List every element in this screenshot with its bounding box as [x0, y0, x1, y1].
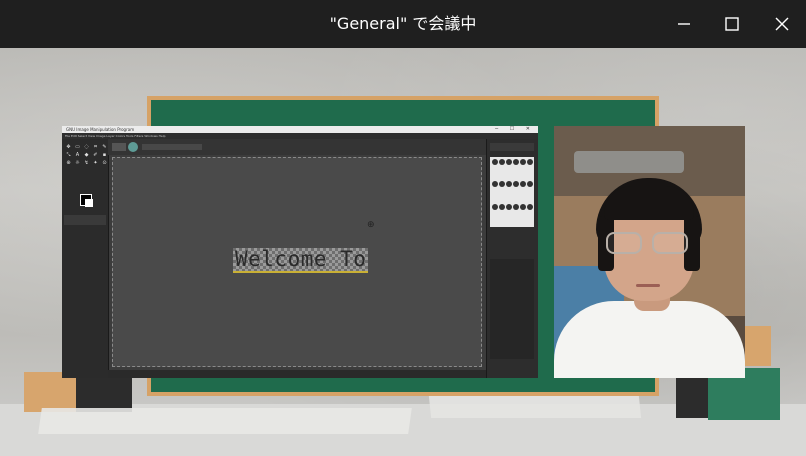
background-color-swatch[interactable]: [85, 199, 93, 207]
wooden-block-left: [24, 372, 76, 412]
person-mouth: [636, 284, 660, 287]
brushes-dock: [486, 139, 538, 378]
tool-options-bar: [108, 139, 486, 155]
select-tool-icon[interactable]: ▭: [74, 144, 81, 150]
lasso-tool-icon[interactable]: ◌: [83, 144, 90, 150]
smudge-tool-icon[interactable]: ☼: [74, 160, 81, 166]
minimize-icon: [678, 23, 690, 25]
brush-preset[interactable]: [527, 203, 533, 210]
fill-tool-icon[interactable]: ◆: [83, 152, 90, 158]
minimize-button[interactable]: [660, 0, 708, 48]
brush-preset[interactable]: [492, 203, 498, 210]
tool-options-panel: [64, 215, 106, 225]
close-button[interactable]: [758, 0, 806, 48]
dock-tabs[interactable]: [490, 143, 534, 151]
clone-tool-icon[interactable]: ⊕: [65, 160, 72, 166]
participant-video[interactable]: [554, 126, 745, 378]
brush-preset[interactable]: [492, 159, 498, 165]
close-icon: [775, 17, 789, 31]
text-tool-icon[interactable]: A: [74, 152, 81, 158]
app-window-controls[interactable]: ─ ☐ ✕: [495, 126, 535, 133]
brush-preset[interactable]: [513, 159, 519, 165]
brush-preset[interactable]: [499, 181, 505, 188]
brush-preset[interactable]: [506, 159, 512, 165]
cursor-icon: ⊕: [367, 220, 375, 230]
toolbox-panel: ✥ ▭ ◌ ⌗ ✎ ⤡ A ◆ ✐ ▪ ⊕ ☼ ↯ ✦ ⊙: [62, 139, 109, 378]
brush-preset[interactable]: [520, 181, 526, 188]
font-option[interactable]: [112, 143, 126, 151]
wooden-block-right: [745, 326, 771, 366]
move-tool-icon[interactable]: ✥: [65, 144, 72, 150]
brush-preset[interactable]: [506, 181, 512, 188]
tool-icons: ✥ ▭ ◌ ⌗ ✎ ⤡ A ◆ ✐ ▪ ⊕ ☼ ↯ ✦ ⊙: [65, 144, 107, 166]
zoom-tool-icon[interactable]: ⊙: [101, 160, 108, 166]
brush-preset[interactable]: [499, 203, 505, 210]
brush-preset[interactable]: [513, 181, 519, 188]
maximize-icon: [725, 17, 739, 31]
image-canvas[interactable]: Welcome To ⊕: [112, 157, 482, 367]
person-shirt: [554, 301, 745, 378]
brush-preset[interactable]: [506, 203, 512, 210]
size-option[interactable]: [142, 144, 202, 150]
transform-tool-icon[interactable]: ⤡: [65, 152, 72, 158]
person-fringe: [604, 186, 694, 220]
app-statusbar: [108, 370, 486, 378]
brush-preset[interactable]: [527, 181, 533, 188]
app-titlebar: GNU Image Manipulation Program ─ ☐ ✕: [62, 126, 538, 133]
layers-panel[interactable]: [490, 259, 534, 359]
eraser-tool-icon[interactable]: ▪: [101, 152, 108, 158]
video-duct: [574, 151, 684, 173]
brush-tool-icon[interactable]: ✐: [92, 152, 99, 158]
brush-preset[interactable]: [492, 181, 498, 188]
dark-block-right: [676, 378, 710, 418]
canvas-text-layer[interactable]: Welcome To: [233, 248, 369, 273]
style-option[interactable]: [128, 142, 138, 152]
crop-tool-icon[interactable]: ⌗: [92, 144, 99, 150]
paper-sheet-right: [428, 396, 642, 418]
shared-screen[interactable]: GNU Image Manipulation Program ─ ☐ ✕ Fil…: [62, 126, 538, 378]
app-title: GNU Image Manipulation Program: [66, 127, 135, 132]
brush-preset[interactable]: [499, 159, 505, 165]
title-bar: "General" で会議中: [0, 0, 806, 48]
path-tool-icon[interactable]: ↯: [83, 160, 90, 166]
brush-preset[interactable]: [513, 203, 519, 210]
brush-preset[interactable]: [527, 159, 533, 165]
pencil-tool-icon[interactable]: ✎: [101, 144, 108, 150]
together-mode-scene: GNU Image Manipulation Program ─ ☐ ✕ Fil…: [0, 48, 806, 456]
brush-preset[interactable]: [520, 159, 526, 165]
maximize-button[interactable]: [708, 0, 756, 48]
brush-presets[interactable]: [490, 157, 534, 227]
paper-sheet-left: [38, 408, 412, 434]
brush-preset[interactable]: [520, 203, 526, 210]
color-picker-icon[interactable]: ✦: [92, 160, 99, 166]
glasses: [606, 232, 692, 256]
dark-block-left: [76, 378, 132, 412]
